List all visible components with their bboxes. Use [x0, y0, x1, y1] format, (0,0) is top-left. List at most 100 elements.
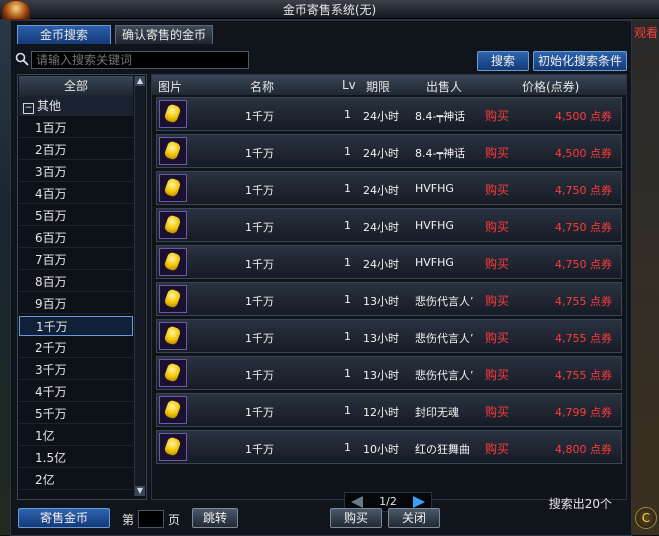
row-buy-link[interactable]: 购买 [485, 403, 509, 420]
category-item[interactable]: 1千万 [19, 316, 133, 336]
header-seller: 出售人 [426, 80, 463, 94]
category-item[interactable]: 8百万 [19, 272, 133, 292]
header-price: 价格(点券) [522, 80, 580, 94]
item-level: 1 [344, 441, 351, 454]
table-row[interactable]: 1千万 1 24小时 HVFHG 购买 4,750 点券 [156, 208, 622, 242]
table-row[interactable]: 1千万 1 24小时 HVFHG 购买 4,750 点券 [156, 171, 622, 205]
page-number-input[interactable] [138, 510, 164, 528]
gold-coin-icon [159, 137, 187, 165]
buy-button[interactable]: 购买 [330, 508, 382, 528]
category-all[interactable]: 全部 [19, 76, 133, 96]
item-period: 24小时 [363, 258, 399, 271]
scroll-up-icon[interactable]: ▲ [135, 76, 145, 86]
category-item[interactable]: 3百万 [19, 162, 133, 182]
item-name: 1千万 [245, 221, 274, 234]
item-seller: 封印无魂 [415, 406, 459, 419]
category-group-label: 其他 [37, 99, 62, 113]
bottom-bar: 寄售金币 第 页 跳转 购买 关闭 [10, 506, 630, 534]
category-item[interactable]: 9百万 [19, 294, 133, 314]
tab-confirmed-consignment[interactable]: 确认寄售的金币 [115, 25, 213, 44]
row-buy-link[interactable]: 购买 [485, 292, 509, 309]
table-row[interactable]: 1千万 1 24小时 8.4-┯神话 购买 4,500 点券 [156, 134, 622, 168]
table-row[interactable]: 1千万 1 24小时 HVFHG 购买 4,750 点券 [156, 245, 622, 279]
gold-coin-icon [159, 248, 187, 276]
category-item[interactable]: 2千万 [19, 338, 133, 358]
category-item[interactable]: 3千万 [19, 360, 133, 380]
row-buy-link[interactable]: 购买 [485, 255, 509, 272]
jump-button[interactable]: 跳转 [192, 508, 238, 528]
table-row[interactable]: 1千万 1 24小时 8.4-┯神话 购买 4,500 点券 [156, 97, 622, 131]
search-input[interactable] [31, 51, 249, 69]
header-period: 期限 [366, 80, 391, 94]
item-seller: 8.4-┯神话 [415, 110, 466, 123]
category-item[interactable]: 4百万 [19, 184, 133, 204]
item-level: 1 [344, 256, 351, 269]
item-period: 12小时 [363, 406, 399, 419]
page-suffix-label: 页 [168, 513, 181, 527]
right-edge-panel: 观看 C [632, 20, 659, 535]
item-period: 24小时 [363, 110, 399, 123]
item-period: 24小时 [363, 147, 399, 160]
scroll-down-icon[interactable]: ▼ [135, 486, 145, 496]
item-seller: 8.4-┯神话 [415, 147, 466, 160]
row-buy-link[interactable]: 购买 [485, 218, 509, 235]
item-period: 13小时 [363, 369, 399, 382]
header-name: 名称 [250, 80, 275, 94]
item-seller: HVFHG [415, 219, 454, 232]
corner-text: 观看 [634, 26, 659, 40]
category-item[interactable]: 2亿 [19, 470, 133, 490]
item-level: 1 [344, 219, 351, 232]
header-level: Lv [342, 78, 356, 92]
item-period: 24小时 [363, 184, 399, 197]
search-button[interactable]: 搜索 [477, 51, 529, 71]
item-price: 4,800 点券 [555, 443, 612, 456]
category-item[interactable]: 4千万 [19, 382, 133, 402]
gold-coin-icon [159, 433, 187, 461]
table-row[interactable]: 1千万 1 13小时 悲伤代言人’ 购买 4,755 点券 [156, 319, 622, 353]
row-buy-link[interactable]: 购买 [485, 366, 509, 383]
category-item[interactable]: 5千万 [19, 404, 133, 424]
gold-coin-icon [159, 100, 187, 128]
row-buy-link[interactable]: 购买 [485, 329, 509, 346]
table-row[interactable]: 1千万 1 12小时 封印无魂 购买 4,799 点券 [156, 393, 622, 427]
item-period: 13小时 [363, 295, 399, 308]
item-price: 4,799 点券 [555, 406, 612, 419]
category-item[interactable]: 1.5亿 [19, 448, 133, 468]
row-buy-link[interactable]: 购买 [485, 440, 509, 457]
row-buy-link[interactable]: 购买 [485, 144, 509, 161]
table-row[interactable]: 1千万 1 13小时 悲伤代言人’ 购买 4,755 点券 [156, 282, 622, 316]
item-name: 1千万 [245, 406, 274, 419]
category-item[interactable]: 6百万 [19, 228, 133, 248]
c-icon[interactable]: C [635, 507, 657, 529]
category-item[interactable]: 2百万 [19, 140, 133, 160]
close-button[interactable]: 关闭 [388, 508, 440, 528]
gold-coin-icon [159, 174, 187, 202]
row-buy-link[interactable]: 购买 [485, 181, 509, 198]
table-row[interactable]: 1千万 1 10小时 红の狂舞曲 购买 4,800 点券 [156, 430, 622, 464]
tab-gold-search[interactable]: 金币搜索 [17, 25, 111, 44]
category-scrollbar[interactable]: ▲ ▼ [134, 76, 145, 496]
item-level: 1 [344, 108, 351, 121]
item-seller: HVFHG [415, 182, 454, 195]
listing-table: 图片 名称 Lv 期限 出售人 价格(点券) 1千万 1 24小时 8.4-┯神话 购买… [151, 74, 627, 512]
table-row[interactable]: 1千万 1 13小时 悲伤代言人’ 购买 4,755 点券 [156, 356, 622, 390]
item-level: 1 [344, 182, 351, 195]
item-name: 1千万 [245, 184, 274, 197]
reset-search-button[interactable]: 初始化搜索条件 [533, 51, 627, 71]
category-item[interactable]: 1百万 [19, 118, 133, 138]
category-item[interactable]: 1亿 [19, 426, 133, 446]
row-buy-link[interactable]: 购买 [485, 107, 509, 124]
item-period: 13小时 [363, 332, 399, 345]
category-item[interactable]: 7百万 [19, 250, 133, 270]
search-icon [15, 52, 29, 66]
category-item[interactable]: 5百万 [19, 206, 133, 226]
item-price: 4,750 点券 [555, 258, 612, 271]
item-name: 1千万 [245, 258, 274, 271]
category-group-other[interactable]: − 其他 [19, 96, 133, 116]
item-name: 1千万 [245, 332, 274, 345]
item-level: 1 [344, 367, 351, 380]
item-period: 24小时 [363, 221, 399, 234]
item-price: 4,750 点券 [555, 184, 612, 197]
consign-gold-button[interactable]: 寄售金币 [18, 508, 110, 528]
collapse-icon[interactable]: − [23, 103, 34, 114]
